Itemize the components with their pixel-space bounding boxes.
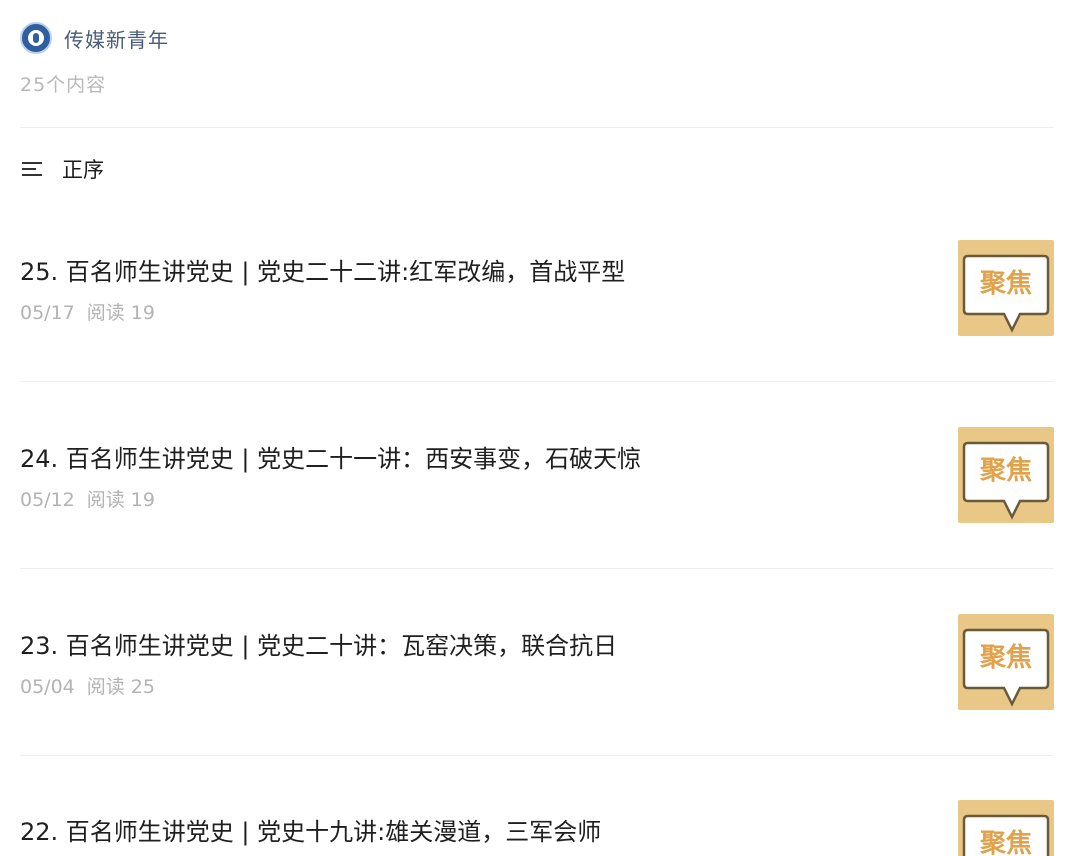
- article-item[interactable]: 23. 百名师生讲党史 | 党史二十讲：瓦窑决策，联合抗日 05/04 阅读 25…: [0, 614, 1080, 800]
- sort-order-button[interactable]: 正序: [20, 152, 104, 186]
- thumb-text: 聚焦: [979, 642, 1032, 673]
- article-thumbnail[interactable]: 聚焦: [958, 800, 1054, 856]
- article-date: 05/04: [20, 676, 75, 698]
- article-meta: 05/12 阅读 19: [20, 485, 155, 512]
- article-title[interactable]: 24. 百名师生讲党史 | 党史二十一讲：西安事变，石破天惊: [20, 439, 641, 474]
- account-name[interactable]: 传媒新青年: [64, 24, 169, 53]
- account-avatar[interactable]: [20, 22, 52, 54]
- article-title[interactable]: 22. 百名师生讲党史 | 党史十九讲:雄关漫道，三军会师: [20, 812, 601, 847]
- article-meta: 05/04 阅读 25: [20, 672, 155, 699]
- article-reads: 阅读 25: [86, 676, 155, 698]
- article-item[interactable]: 24. 百名师生讲党史 | 党史二十一讲：西安事变，石破天惊 05/12 阅读 1…: [0, 427, 1080, 613]
- thumb-text: 聚焦: [979, 268, 1032, 299]
- divider: [20, 381, 1054, 382]
- article-title[interactable]: 25. 百名师生讲党史 | 党史二十二讲:红军改编，首战平型: [20, 252, 625, 287]
- divider: [20, 127, 1054, 128]
- divider: [20, 568, 1054, 569]
- content-count: 25个内容: [20, 74, 107, 96]
- article-thumbnail[interactable]: 聚焦: [958, 240, 1054, 336]
- article-item[interactable]: 22. 百名师生讲党史 | 党史十九讲:雄关漫道，三军会师 聚焦: [0, 800, 1080, 856]
- article-reads: 阅读 19: [86, 489, 155, 511]
- article-item[interactable]: 25. 百名师生讲党史 | 党史二十二讲:红军改编，首战平型 05/17 阅读 1…: [0, 240, 1080, 426]
- article-date: 05/12: [20, 489, 75, 511]
- article-thumbnail[interactable]: 聚焦: [958, 427, 1054, 523]
- thumb-text: 聚焦: [979, 455, 1032, 486]
- article-title[interactable]: 23. 百名师生讲党史 | 党史二十讲：瓦窑决策，联合抗日: [20, 626, 617, 661]
- account-header[interactable]: 传媒新青年: [20, 20, 169, 56]
- sort-icon: [20, 158, 46, 180]
- divider: [20, 755, 1054, 756]
- article-thumbnail[interactable]: 聚焦: [958, 614, 1054, 710]
- sort-label: 正序: [62, 158, 104, 182]
- thumb-text: 聚焦: [979, 828, 1032, 856]
- article-date: 05/17: [20, 302, 75, 324]
- album-page: 传媒新青年 25个内容 正序 25. 百名师生讲党史 | 党史二十二讲:红军改编…: [0, 0, 1080, 856]
- article-meta: 05/17 阅读 19: [20, 298, 155, 325]
- article-reads: 阅读 19: [86, 302, 155, 324]
